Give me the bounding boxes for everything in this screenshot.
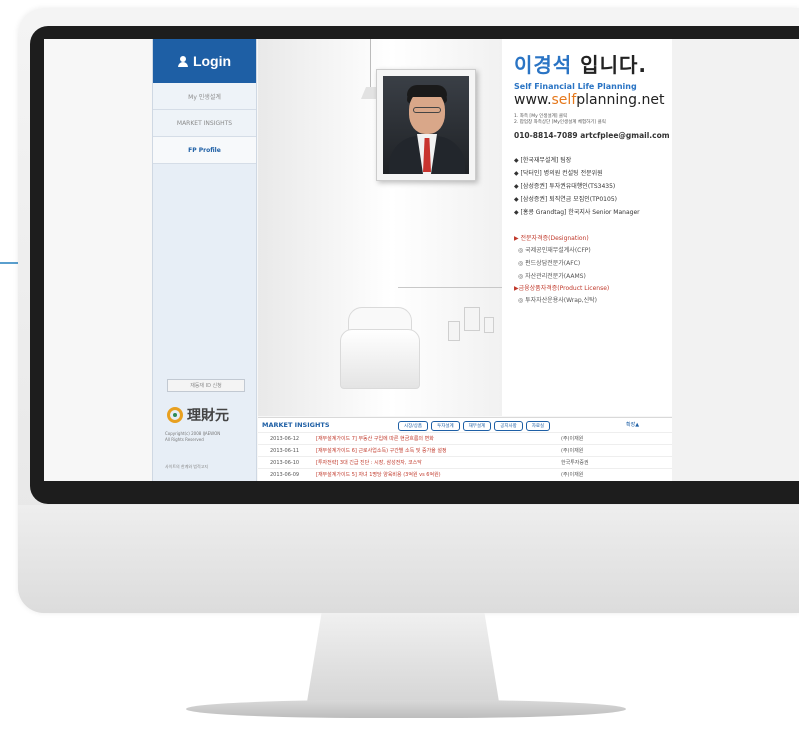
tab-market-products[interactable]: 시장/상품 — [398, 421, 429, 431]
url-highlight: self — [551, 92, 577, 108]
row-subject-link[interactable]: [재무설계가이드 6] 근로사업소득) 구간별 소득 및 증가율 설정 — [316, 447, 561, 454]
insights-header: MARKET INSIGHTS 시장/상품 투자설계 재무설계 공지사항 자료실… — [258, 418, 672, 432]
designation-item: ◎ 자산관리전문가(AAMS) — [518, 273, 586, 280]
lamp-cord — [370, 39, 371, 87]
role-item: ◆ [삼성증권] 퇴직연금 모집인(TP0105) — [514, 196, 617, 203]
designation-item: ◎ 국제공인재무설계사(CFP) — [518, 247, 591, 254]
expand-button[interactable]: 확장▲ — [626, 421, 639, 428]
designation-title: ▶ 전문자격증(Designation) — [514, 235, 589, 242]
row-source: 한국투자증권 — [561, 460, 589, 466]
role-item: ◆ [닥터인] 병의원 컨설팅 전문위원 — [514, 170, 603, 177]
profile-photo-frame — [376, 69, 476, 181]
profile-subtitle: Self Financial Life Planning — [514, 82, 637, 91]
market-insights-panel: MARKET INSIGHTS 시장/상품 투자설계 재무설계 공지사항 자료실… — [258, 417, 672, 481]
table-row[interactable]: 2013-06-09 [재무설계가이드 5] 자녀 1명당 양육비용 (3억원 … — [258, 468, 672, 480]
photo-hair-top — [407, 85, 447, 97]
copyright: Copyright(c) 2008 IJAEWON All Rights Res… — [165, 431, 251, 443]
logo-icon — [167, 407, 183, 423]
profile-photo — [383, 76, 469, 174]
hero-image — [258, 39, 502, 416]
instruction-2: 2. 팝업창 좌측상단 [My인생설계 체험하기] 클릭 — [514, 120, 606, 125]
profile-panel: 이경석 입니다. Self Financial Life Planning ww… — [502, 39, 672, 416]
monitor-screen: Login My 인생설계 MARKET INSIGHTS FP Profile… — [44, 39, 799, 481]
wall-frame — [464, 307, 480, 331]
wall-frames — [448, 307, 496, 351]
logo[interactable]: 理財元 — [167, 405, 229, 425]
name-suffix: 입니다. — [572, 53, 647, 77]
sidebar-item-fp-profile[interactable]: FP Profile — [153, 137, 256, 164]
row-subject-link[interactable]: [투자전략] 3대 긴급 진단 : 시장, 삼성전자, 코스닥 — [316, 459, 561, 466]
chair — [340, 329, 420, 389]
role-list: ◆ [한국재무설계] 팀장 ◆ [닥터인] 병의원 컨설팅 전문위원 ◆ [삼성… — [514, 154, 672, 219]
site-url[interactable]: www.selfplanning.net — [514, 92, 672, 108]
row-date: 2013-06-09 — [270, 471, 300, 478]
table-row[interactable]: 2013-06-10 [투자전략] 3대 긴급 진단 : 시장, 삼성전자, 코… — [258, 456, 672, 468]
row-source: (주)이재원 — [561, 436, 584, 442]
row-date: 2013-06-11 — [270, 447, 300, 454]
legal-notice-link[interactable]: 사이트의 한계와 법적고지 — [165, 464, 208, 470]
tab-notices[interactable]: 공지사항 — [494, 421, 523, 431]
tab-investment-planning[interactable]: 투자설계 — [431, 421, 460, 431]
login-button[interactable]: Login — [153, 39, 256, 83]
row-date: 2013-06-10 — [270, 459, 300, 466]
sidebar-item-my-life-plan[interactable]: My 인생설계 — [153, 83, 256, 110]
monitor-base — [186, 700, 626, 718]
id-request-button[interactable]: 재등재 ID 신청 — [167, 379, 245, 392]
table-row[interactable]: 2013-06-12 [재무설계가이드 7] 부동산 구입에 따른 현금흐름의 … — [258, 432, 672, 444]
url-suffix: planning.net — [576, 92, 665, 108]
insights-tabs: 시장/상품 투자설계 재무설계 공지사항 자료실 — [398, 421, 551, 431]
wall-shelf — [398, 287, 502, 288]
role-item: ◆ [홍콩 Grandtag] 한국지사 Senior Manager — [514, 209, 640, 216]
user-icon — [177, 55, 188, 67]
role-item: ◆ [삼성증권] 투자권유대행인(TS3435) — [514, 183, 616, 190]
contact-info: 010-8814-7089 artcfplee@gmail.com — [514, 131, 670, 140]
row-subject-link[interactable]: [재무설계가이드 5] 자녀 1명당 양육비용 (3억원 vs 6억원) — [316, 471, 561, 478]
insights-title: MARKET INSIGHTS — [262, 421, 330, 429]
monitor-stand — [306, 613, 500, 708]
tab-archive[interactable]: 자료실 — [525, 421, 551, 431]
row-subject-link[interactable]: [재무설계가이드 7] 부동산 구입에 따른 현금흐름의 변화 — [316, 435, 561, 442]
wall-frame — [448, 321, 460, 341]
photo-glasses — [413, 107, 441, 113]
copyright-line2: All Rights Reserved — [165, 437, 204, 442]
sidebar: Login My 인생설계 MARKET INSIGHTS FP Profile… — [152, 39, 257, 481]
role-item: ◆ [한국재무설계] 팀장 — [514, 157, 572, 164]
designation-item: ◎ 펀드상담전문가(AFC) — [518, 260, 581, 267]
license-title: ▶금융상품자격증(Product License) — [514, 285, 610, 292]
stage: Login My 인생설계 MARKET INSIGHTS FP Profile… — [0, 0, 799, 732]
tab-financial-planning[interactable]: 재무설계 — [462, 421, 492, 431]
logo-text: 理財元 — [187, 408, 229, 424]
page-margin — [672, 39, 799, 481]
instructions: 1. 좌측 [My 인생설계] 클릭 2. 팝업창 좌측상단 [My인생설계 체… — [514, 114, 672, 126]
row-date: 2013-06-12 — [270, 435, 300, 442]
login-label: Login — [192, 53, 232, 69]
table-row[interactable]: 2013-06-11 [재무설계가이드 6] 근로사업소득) 구간별 소득 및 … — [258, 444, 672, 456]
name-highlight: 이경석 — [514, 53, 573, 77]
wall-frame — [484, 317, 494, 333]
monitor-chin — [18, 505, 799, 613]
profile-name: 이경석 입니다. — [514, 49, 672, 78]
row-source: (주)이재원 — [561, 472, 584, 478]
license-item: ◎ 투자자산운용사(Wrap,신탁) — [518, 297, 598, 304]
row-source: (주)이재원 — [561, 448, 584, 454]
url-prefix: www. — [514, 92, 552, 108]
sidebar-item-market-insights[interactable]: MARKET INSIGHTS — [153, 110, 256, 137]
